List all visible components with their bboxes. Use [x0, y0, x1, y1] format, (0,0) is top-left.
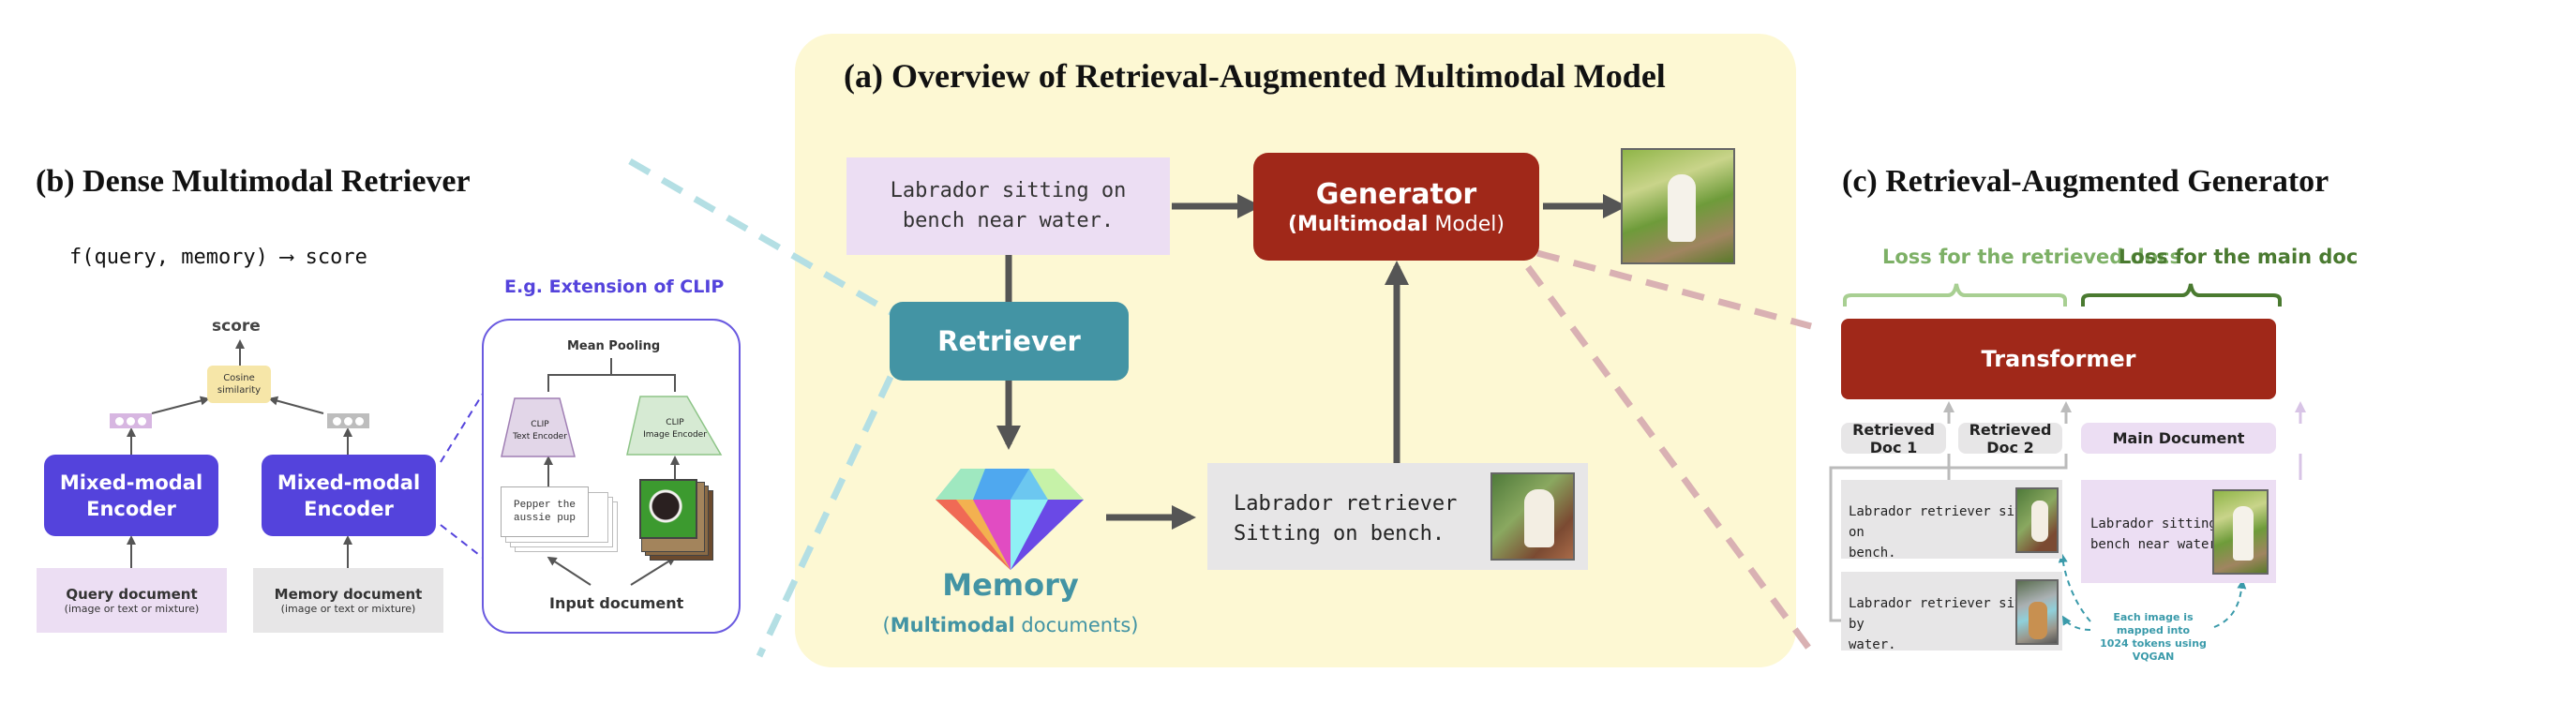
- vqgan-arrow-main: [2213, 579, 2247, 628]
- encoder-label-line1: Mixed-modal: [277, 471, 421, 494]
- query-line2: bench near water.: [902, 209, 1115, 232]
- mean-pooling-label: Mean Pooling: [567, 339, 661, 353]
- retrieved-doc-2-label: Retrieved Doc 2: [1958, 421, 2062, 456]
- retrieved-document-box: Labrador retriever Sitting on bench.: [1207, 463, 1588, 570]
- loss-main-label: Loss for the main doc: [2119, 246, 2359, 268]
- memory-document-box: Memory document (image or text or mixtur…: [253, 568, 443, 633]
- encoder-label-line1: Mixed-modal: [59, 471, 203, 494]
- generator-label: Generator: [1315, 178, 1477, 211]
- retriever-label: Retriever: [937, 325, 1081, 357]
- query-input-box: Labrador sitting on bench near water.: [846, 157, 1170, 255]
- memory-subtitle: (Multimodal documents): [882, 614, 1139, 636]
- pepper-text-page: Pepper the aussie pup: [501, 486, 589, 537]
- cosine-line-1: Cosine: [223, 373, 255, 383]
- clip-text-encoder-line2: Text Encoder: [513, 432, 567, 441]
- memory-document-title: Memory document: [274, 586, 423, 603]
- dashed-link-encoder-bottom: [440, 524, 484, 559]
- main-document-image: [2212, 489, 2269, 575]
- memory-diamond-icon: [936, 469, 1084, 570]
- cosine-similarity-box: Cosine similarity: [207, 366, 271, 403]
- retrieved-doc-1-image: [2015, 487, 2059, 553]
- score-label: score: [212, 317, 261, 336]
- brace-main-loss: [2081, 283, 2282, 307]
- retrieved-doc-2-content: Labrador retriever sitting by water.: [1841, 572, 2062, 652]
- retrieved-doc-1-label: Retrieved Doc 1: [1841, 421, 1946, 456]
- dashed-link-encoder-top: [440, 393, 484, 463]
- encoder-label-line2: Encoder: [86, 497, 176, 520]
- transformer-block: Transformer: [1841, 319, 2276, 399]
- pepper-line1: Pepper the: [513, 500, 576, 511]
- clip-image-encoder-line1: CLIP: [666, 418, 684, 427]
- encoder-label-line2: Encoder: [304, 497, 394, 520]
- clip-image-encoder: CLIP Image Encoder: [633, 411, 717, 448]
- clip-extension-heading: E.g. Extension of CLIP: [504, 277, 725, 297]
- cosine-line-2: similarity: [217, 385, 262, 396]
- main-document-content: Labrador sitting on bench near water.: [2081, 480, 2276, 583]
- retrieved-document-text: Labrador retriever Sitting on bench.: [1234, 489, 1457, 549]
- memory-label: Memory: [942, 567, 1079, 603]
- query-mixed-modal-encoder: Mixed-modal Encoder: [44, 455, 218, 536]
- memory-subtitle-bold: Multimodal: [890, 614, 1015, 636]
- vqgan-note: Each image is mapped into 1024 tokens us…: [2100, 611, 2207, 663]
- retrieved-doc-1-content: Labrador retriever sitting on bench.: [1841, 480, 2062, 561]
- vqgan-arrow-doc2: [2061, 615, 2091, 631]
- query-embedding-vector: [110, 413, 152, 428]
- generator-subtitle: (Multimodal Model): [1288, 213, 1505, 236]
- memory-document-subtitle: (image or text or mixture): [280, 603, 416, 615]
- brace-retrieved-loss: [1843, 283, 2067, 307]
- retrieved-document-image: [1490, 472, 1575, 561]
- query-document-title: Query document: [66, 586, 198, 603]
- clip-text-encoder: CLIP Text Encoder: [506, 412, 574, 450]
- retrieved-line2: Sitting on bench.: [1234, 522, 1445, 546]
- clip-text-encoder-line1: CLIP: [531, 420, 549, 429]
- dashed-link-generator-bottom: [1525, 264, 1812, 651]
- pepper-line2: aussie pup: [513, 513, 576, 524]
- dashed-link-retriever-bottom: [756, 375, 894, 658]
- clip-image-encoder-line2: Image Encoder: [643, 430, 707, 440]
- panel-c-title: (c) Retrieval-Augmented Generator: [1842, 164, 2329, 199]
- generated-output-image: [1621, 148, 1735, 264]
- retriever-formula: f(query, memory) ⟶ score: [69, 246, 367, 269]
- memory-embedding-vector: [327, 413, 369, 428]
- retriever-block: Retriever: [890, 302, 1129, 381]
- generator-subtitle-bold: (Multimodal: [1287, 213, 1429, 236]
- panel-b-title: (b) Dense Multimodal Retriever: [36, 164, 471, 199]
- generator-subtitle-rest: Model): [1428, 213, 1505, 236]
- panel-a-title: (a) Overview of Retrieval-Augmented Mult…: [844, 57, 1666, 95]
- memory-mixed-modal-encoder: Mixed-modal Encoder: [262, 455, 436, 536]
- figure-canvas: (b) Dense Multimodal Retriever f(query, …: [0, 0, 2576, 703]
- query-document-box: Query document (image or text or mixture…: [37, 568, 227, 633]
- generator-block: Generator (Multimodal Model): [1253, 153, 1539, 261]
- memory-subtitle-rest: documents): [1014, 614, 1139, 636]
- retrieved-doc-2-image: [2015, 579, 2059, 645]
- query-document-subtitle: (image or text or mixture): [64, 603, 200, 615]
- arrow-right-vec-to-cosine: [268, 396, 324, 414]
- arrow-left-vec-to-cosine: [151, 396, 210, 414]
- puppy-image: [639, 479, 697, 539]
- query-line1: Labrador sitting on: [890, 179, 1127, 202]
- input-document-label: Input document: [549, 594, 684, 612]
- clip-extension-box: [482, 319, 741, 634]
- transformer-label: Transformer: [1981, 346, 2136, 372]
- main-document-label: Main Document: [2081, 423, 2276, 454]
- retrieved-line1: Labrador retriever: [1234, 492, 1458, 516]
